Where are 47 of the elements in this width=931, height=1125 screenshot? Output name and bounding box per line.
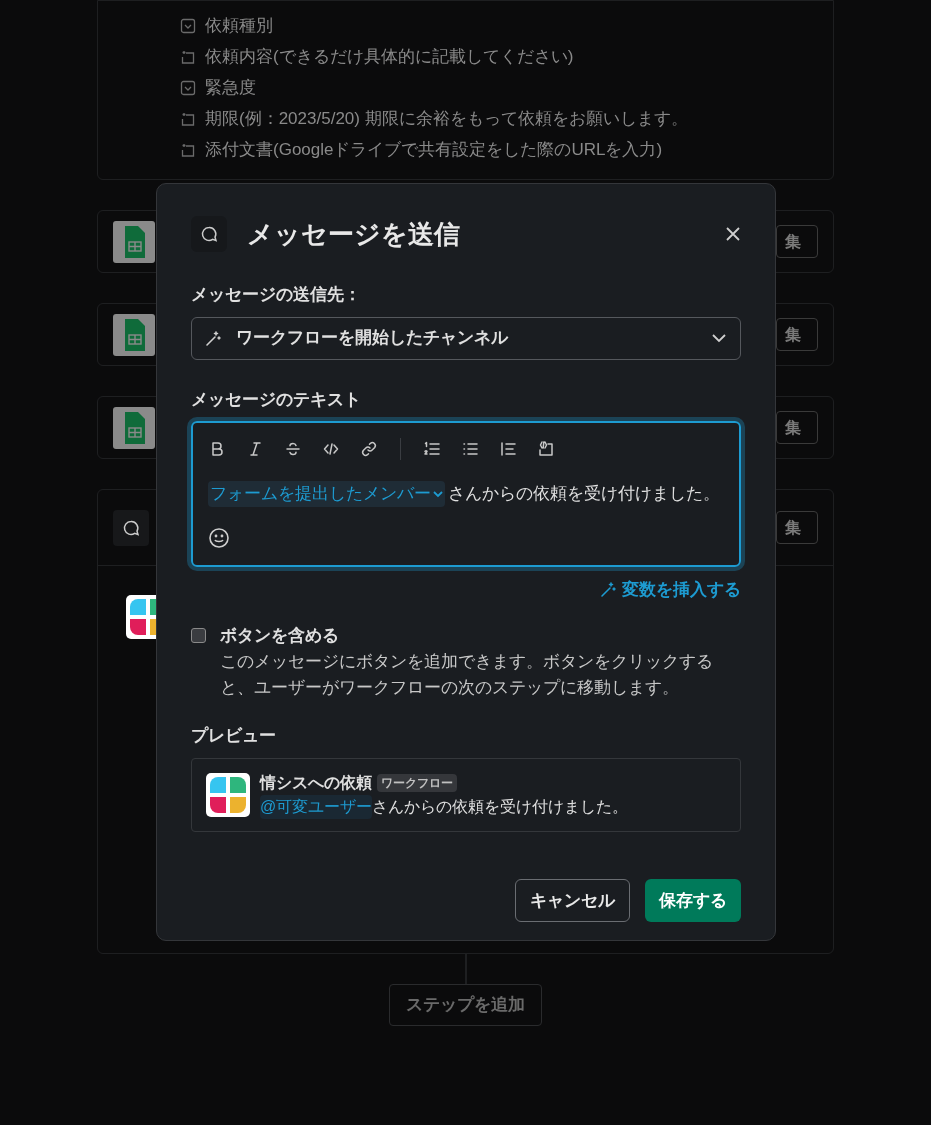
dialog-title: メッセージを送信 — [247, 217, 460, 251]
field-label: 緊急度 — [205, 77, 256, 100]
checkbox-label: ボタンを含める — [220, 624, 340, 647]
code-icon[interactable] — [322, 440, 340, 458]
variable-chip[interactable]: フォームを提出したメンバー — [208, 481, 445, 507]
destination-select[interactable]: ワークフローを開始したチャンネル — [191, 316, 741, 360]
text-field-icon — [180, 111, 196, 127]
checkbox[interactable] — [191, 627, 206, 643]
message-icon — [200, 225, 218, 243]
add-step-button[interactable]: ステップを追加 — [389, 984, 542, 1026]
app-logo-icon — [206, 773, 250, 817]
link-icon[interactable] — [360, 440, 378, 458]
spreadsheet-icon — [113, 406, 155, 449]
field-label: メッセージのテキスト — [191, 388, 362, 411]
chevron-down-icon — [712, 333, 726, 343]
cancel-button[interactable]: キャンセル — [515, 879, 630, 922]
save-button[interactable]: 保存する — [645, 879, 741, 922]
spreadsheet-icon — [113, 220, 155, 263]
text-field-icon — [180, 49, 196, 65]
workflow-badge: ワークフロー — [377, 774, 457, 792]
quote-icon[interactable] — [499, 440, 517, 458]
user-mention: @可変ユーザー — [260, 795, 373, 819]
dropdown-field-icon — [180, 18, 196, 34]
chevron-down-icon — [433, 490, 443, 498]
strikethrough-icon[interactable] — [284, 440, 302, 458]
dropdown-field-icon — [180, 80, 196, 96]
field-label: 添付文書(Googleドライブで共有設定をした際のURLを入力) — [205, 139, 663, 162]
bulleted-list-icon[interactable] — [461, 440, 479, 458]
field-label: 依頼内容(できるだけ具体的に記載してください) — [205, 46, 574, 69]
preview-message: さんからの依頼を受け付けました。 — [372, 797, 629, 817]
section-label: プレビュー — [191, 724, 277, 747]
emoji-icon[interactable] — [208, 527, 230, 549]
magic-wand-icon — [205, 329, 222, 347]
insert-variable-link[interactable]: 変数を挿入する — [600, 577, 741, 603]
app-name: 情シスへの依頼 — [260, 773, 372, 793]
code-block-icon[interactable] — [537, 440, 555, 458]
field-label: メッセージの送信先： — [191, 284, 362, 306]
magic-wand-icon — [600, 581, 617, 599]
close-icon[interactable] — [725, 226, 741, 242]
field-label: 期限(例：2023/5/20) 期限に余裕をもって依頼をお願いします。 — [205, 108, 688, 131]
message-icon — [122, 518, 140, 537]
spreadsheet-icon — [113, 313, 155, 356]
field-label: 依頼種別 — [205, 15, 273, 38]
numbered-list-icon[interactable] — [423, 440, 441, 458]
message-text: さんからの依頼を受け付けました。 — [448, 483, 720, 506]
text-field-icon — [180, 142, 196, 158]
checkbox-description: このメッセージにボタンを追加できます。ボタンをクリックすると、ユーザーがワークフローの次のステップに移動します。 — [220, 650, 714, 699]
